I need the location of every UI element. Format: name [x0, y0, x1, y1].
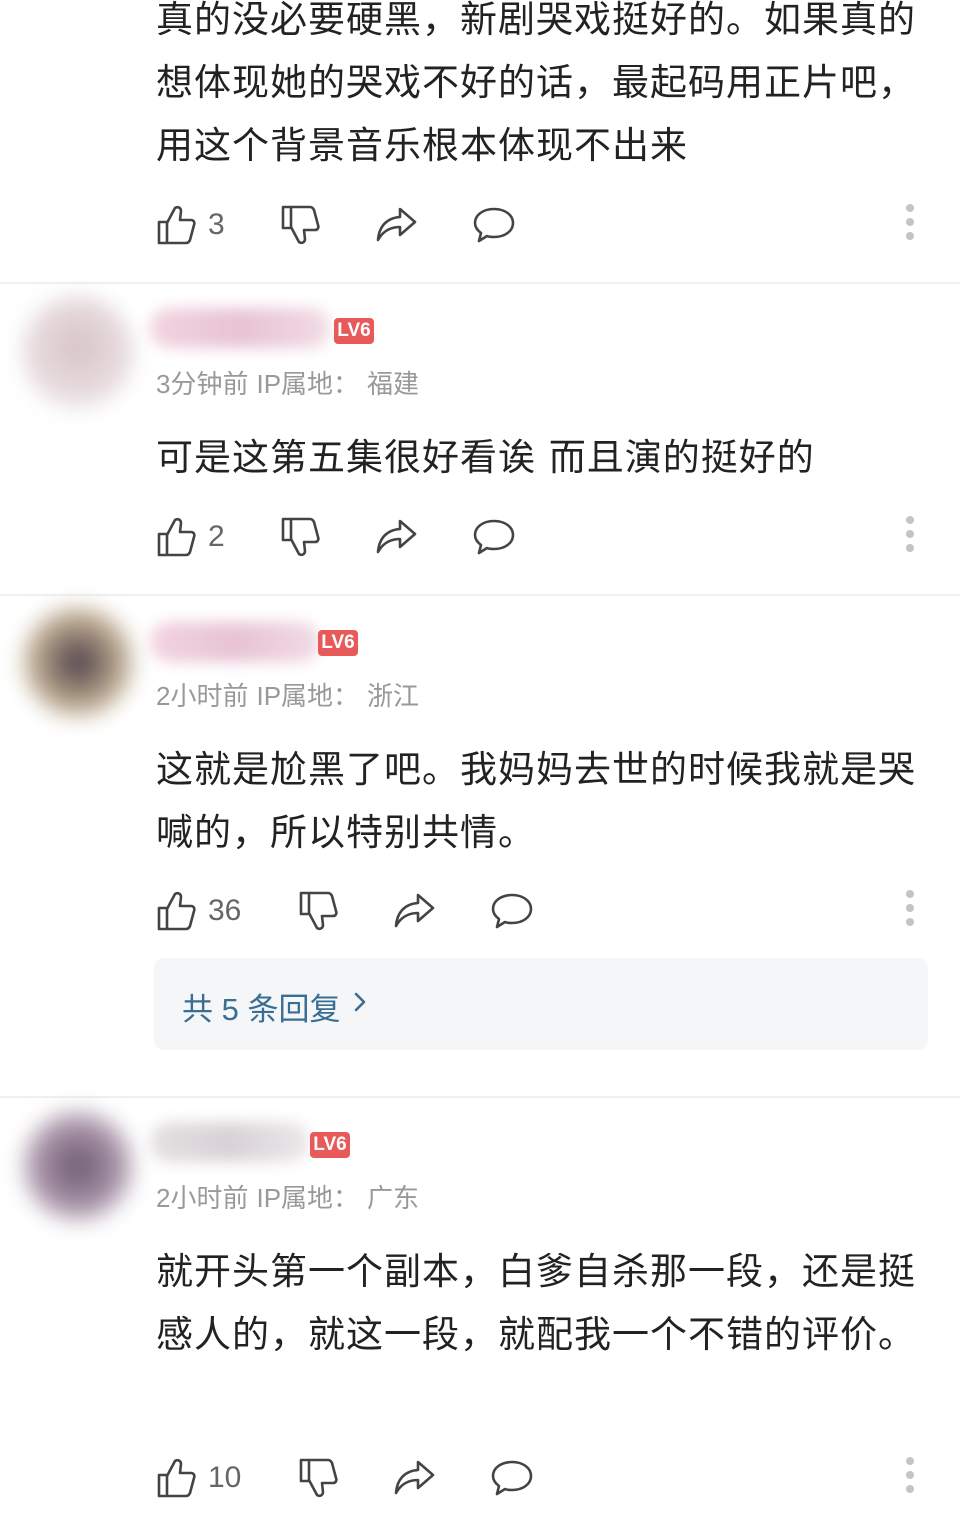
more-vertical-icon	[904, 1457, 916, 1493]
thumbs-down-icon	[299, 891, 338, 931]
dislike-button[interactable]	[280, 200, 320, 250]
level-badge: LV6	[310, 1132, 350, 1158]
comment-item: 真的没必要硬黑，新剧哭戏挺好的。如果真的想体现她的哭戏不好的话，最起码用正片吧，…	[0, 0, 960, 284]
thumbs-up-icon	[157, 1458, 196, 1498]
view-replies-button[interactable]: 共 5 条回复	[154, 958, 928, 1050]
like-count: 36	[208, 894, 242, 927]
more-vertical-icon	[904, 890, 916, 926]
comment-text: 就开头第一个副本，白爹自杀那一段，还是挺感人的，就这一段，就配我一个不错的评价。	[156, 1250, 916, 1356]
comment-bubble-icon	[473, 519, 515, 555]
reply-button[interactable]	[490, 886, 534, 936]
share-button[interactable]	[392, 1453, 436, 1503]
comment-bubble-icon	[491, 893, 533, 929]
more-options-button[interactable]	[904, 890, 916, 932]
ip-label: IP属地：	[256, 681, 360, 711]
comment-text: 这就是尬黑了吧。我妈妈去世的时候我就是哭喊的，所以特别共情。	[156, 748, 916, 854]
comment-bubble-icon	[473, 207, 515, 243]
ip-label: IP属地：	[256, 369, 360, 399]
username[interactable]	[150, 622, 320, 662]
share-icon	[376, 519, 417, 554]
timestamp: 2小时前	[156, 1183, 249, 1213]
comment-meta: 2小时前 IP属地： 浙江	[156, 676, 427, 713]
share-button[interactable]	[392, 886, 436, 936]
reply-button[interactable]	[490, 1453, 534, 1503]
reply-button[interactable]	[472, 512, 516, 562]
comment-actions: 36	[156, 886, 916, 936]
thumbs-down-icon	[281, 205, 320, 245]
like-count: 2	[208, 520, 225, 553]
share-icon	[394, 1460, 435, 1495]
more-vertical-icon	[904, 516, 916, 552]
dislike-button[interactable]	[298, 1453, 338, 1503]
dislike-button[interactable]	[280, 512, 320, 562]
ip-location: 浙江	[367, 681, 420, 711]
like-count: 10	[208, 1461, 242, 1494]
ip-location: 广东	[367, 1183, 420, 1213]
comment-item: LV6 3分钟前 IP属地： 福建 可是这第五集很好看诶 而且演的挺好的 2	[0, 284, 960, 596]
comment-actions: 3	[156, 200, 916, 250]
timestamp: 3分钟前	[156, 369, 249, 399]
comment-bubble-icon	[491, 1460, 533, 1496]
like-count: 3	[208, 208, 225, 241]
avatar[interactable]	[22, 1110, 134, 1222]
like-button[interactable]: 10	[156, 1453, 241, 1503]
timestamp: 2小时前	[156, 681, 249, 711]
like-button[interactable]: 3	[156, 200, 225, 250]
share-icon	[394, 893, 435, 928]
avatar[interactable]	[22, 606, 134, 718]
level-badge: LV6	[334, 318, 374, 344]
comment-meta: 2小时前 IP属地： 广东	[156, 1178, 427, 1215]
more-options-button[interactable]	[904, 516, 916, 558]
thumbs-up-icon	[157, 205, 196, 245]
thumbs-down-icon	[281, 517, 320, 557]
more-vertical-icon	[904, 204, 916, 240]
chevron-right-icon	[354, 992, 366, 1012]
comment-text: 真的没必要硬黑，新剧哭戏挺好的。如果真的想体现她的哭戏不好的话，最起码用正片吧，…	[156, 0, 916, 167]
share-button[interactable]	[374, 512, 418, 562]
avatar[interactable]	[22, 296, 134, 408]
dislike-button[interactable]	[298, 886, 338, 936]
username[interactable]	[150, 308, 330, 348]
comment-meta: 3分钟前 IP属地： 福建	[156, 364, 427, 401]
more-options-button[interactable]	[904, 204, 916, 246]
thumbs-up-icon	[157, 891, 196, 931]
comment-item: LV6 2小时前 IP属地： 广东 就开头第一个副本，白爹自杀那一段，还是挺感人的，…	[0, 1098, 960, 1525]
level-badge: LV6	[318, 630, 358, 656]
comment-actions: 2	[156, 512, 916, 562]
ip-location: 福建	[367, 369, 420, 399]
like-button[interactable]: 36	[156, 886, 241, 936]
ip-label: IP属地：	[256, 1183, 360, 1213]
like-button[interactable]: 2	[156, 512, 225, 562]
comment-text: 可是这第五集很好看诶 而且演的挺好的	[156, 436, 815, 479]
replies-count-label: 共 5 条回复	[182, 992, 341, 1027]
thumbs-down-icon	[299, 1458, 338, 1498]
comment-actions: 10	[156, 1453, 916, 1503]
share-button[interactable]	[374, 200, 418, 250]
share-icon	[376, 207, 417, 242]
thumbs-up-icon	[157, 517, 196, 557]
more-options-button[interactable]	[904, 1457, 916, 1499]
username[interactable]	[150, 1122, 310, 1162]
reply-button[interactable]	[472, 200, 516, 250]
